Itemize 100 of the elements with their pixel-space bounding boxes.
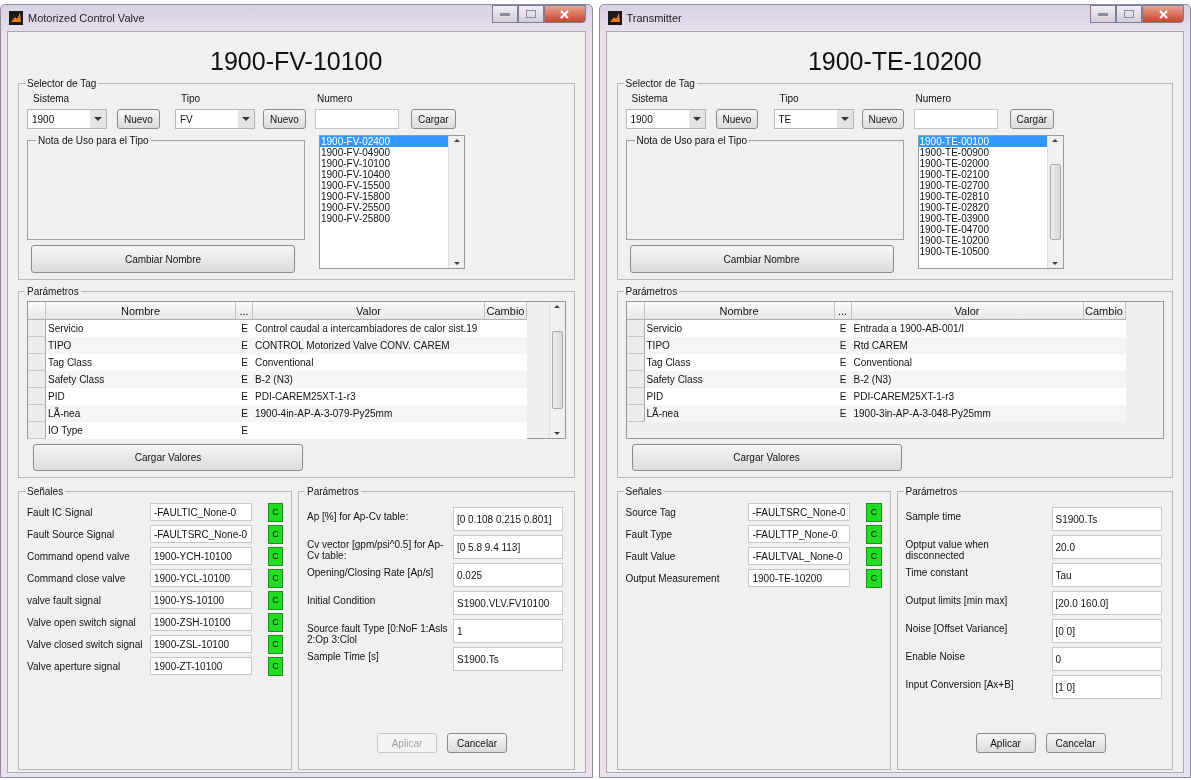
parameter-label: Source fault Type [0:NoF 1:Asls 2:Op 3:Clol — [307, 622, 449, 645]
table-cell: Servicio — [46, 320, 236, 337]
dropdown[interactable]: FV — [175, 109, 255, 129]
parameter-label: Initial Condition — [307, 594, 377, 606]
connect-button[interactable]: C — [267, 546, 283, 566]
group-title: Parámetros — [26, 286, 80, 297]
signal-field[interactable]: 1900-YCH-10100 — [149, 547, 252, 565]
signal-field[interactable]: -FAULTTP_None-0 — [748, 525, 851, 543]
list-item[interactable]: 1900-FV-15800 — [320, 191, 448, 202]
parameter-field[interactable]: [1 0] — [1051, 675, 1162, 699]
rename-button[interactable]: Cambiar Nombre — [629, 245, 894, 273]
list-item[interactable]: 1900-TE-03900 — [918, 213, 1047, 224]
load-values-button[interactable]: Cargar Valores — [33, 444, 303, 471]
list-item[interactable]: 1900-FV-04900 — [320, 147, 448, 158]
load-button[interactable]: Cargar — [411, 109, 456, 129]
parameter-field[interactable]: Tau — [1051, 563, 1162, 587]
signal-field[interactable]: -FAULTVAL_None-0 — [748, 547, 851, 565]
cancel-button[interactable]: Cancelar — [447, 733, 507, 753]
signal-field[interactable]: 1900-YS-10100 — [149, 591, 252, 609]
tag-heading: 1900-TE-10200 — [806, 46, 983, 77]
list-item[interactable]: 1900-FV-10400 — [320, 169, 448, 180]
signal-field[interactable]: -FAULTSRC_None-0 — [149, 525, 252, 543]
list-item[interactable]: 1900-TE-00900 — [918, 147, 1047, 158]
parameter-field[interactable]: S1900.Ts — [453, 647, 563, 671]
parameter-field[interactable]: [20.0 160.0] — [1051, 591, 1162, 615]
field-label: Tipo — [778, 93, 800, 104]
list-item[interactable]: 1900-TE-02700 — [918, 180, 1047, 191]
signal-field[interactable]: -FAULTSRC_None-0 — [748, 503, 851, 521]
table-cell: LÃ-nea — [46, 405, 236, 422]
signal-field[interactable]: 1900-ZSL-10100 — [149, 635, 252, 653]
column-header: Valor — [253, 302, 485, 320]
connect-button[interactable]: C — [267, 524, 283, 544]
list-item[interactable]: 1900-TE-02810 — [918, 191, 1047, 202]
new-button[interactable]: Nuevo — [263, 109, 306, 129]
list-item[interactable]: 1900-FV-25800 — [320, 213, 448, 224]
list-item[interactable]: 1900-TE-10200 — [918, 235, 1047, 246]
connect-button[interactable]: C — [866, 568, 882, 588]
parameter-field[interactable]: S1900.Ts — [1051, 507, 1162, 531]
signal-field[interactable]: 1900-TE-10200 — [748, 569, 851, 587]
list-item[interactable]: 1900-FV-10100 — [320, 158, 448, 169]
parameter-field[interactable]: [0 0.108 0.215 0.801] — [453, 507, 563, 531]
column-header: ... — [236, 302, 253, 320]
connect-button[interactable]: C — [267, 634, 283, 654]
dropdown[interactable]: TE — [773, 109, 854, 129]
new-button[interactable]: Nuevo — [117, 109, 160, 129]
list-item[interactable]: 1900-FV-25500 — [320, 202, 448, 213]
parameter-field[interactable]: [0 0] — [1051, 619, 1162, 643]
signal-field[interactable]: 1900-ZSH-10100 — [149, 613, 252, 631]
parameter-field[interactable]: 0.025 — [453, 563, 563, 587]
connect-button[interactable]: C — [267, 568, 283, 588]
group-title: Señales — [624, 486, 663, 497]
dropdown[interactable]: 1900 — [625, 109, 706, 129]
column-header: Nombre — [46, 302, 236, 320]
cancel-button[interactable]: Cancelar — [1045, 733, 1106, 753]
apply-button[interactable]: Aplicar — [975, 733, 1036, 753]
connect-button[interactable]: C — [267, 612, 283, 632]
load-button[interactable]: Cargar — [1009, 109, 1055, 129]
list-item[interactable]: 1900-TE-10500 — [918, 246, 1047, 257]
connect-button[interactable]: C — [267, 656, 283, 676]
signal-field[interactable]: 1900-YCL-10100 — [149, 569, 252, 587]
new-button[interactable]: Nuevo — [715, 109, 759, 129]
list-item[interactable]: 1900-TE-02100 — [918, 169, 1047, 180]
signal-label: Command close valve — [27, 572, 127, 584]
parameter-field[interactable]: S1900.VLV.FV10100 — [453, 591, 563, 615]
parameter-label: Time constant — [905, 566, 969, 578]
parameter-label: Input Conversion [Ax+B] — [905, 678, 1015, 690]
parameter-field[interactable]: [0 5.8 9.4 113] — [453, 535, 563, 559]
list-item[interactable]: 1900-TE-04700 — [918, 224, 1047, 235]
parameter-field[interactable]: 1 — [453, 619, 563, 643]
parameter-field[interactable]: 0 — [1051, 647, 1162, 671]
table-cell: Control caudal a intercambiadores de calor sist.19 — [253, 320, 485, 337]
signal-field[interactable]: -FAULTIC_None-0 — [149, 503, 252, 521]
group-title: Parámetros — [306, 486, 360, 497]
connect-button[interactable]: C — [866, 524, 882, 544]
table-cell: PID — [644, 388, 835, 405]
connect-button[interactable]: C — [866, 546, 882, 566]
column-header: Cambio — [485, 302, 527, 320]
rename-button[interactable]: Cambiar Nombre — [31, 245, 295, 273]
list-item[interactable]: 1900-TE-02820 — [918, 202, 1047, 213]
table-cell: 1900-3in-AP-A-3-048-Py25mm — [851, 405, 1084, 422]
group-title: Nota de Uso para el Tipo — [635, 135, 749, 146]
list-item[interactable]: 1900-TE-02000 — [918, 158, 1047, 169]
connect-button[interactable]: C — [267, 502, 283, 522]
load-values-button[interactable]: Cargar Valores — [631, 444, 902, 471]
field-label: Numero — [316, 93, 354, 104]
parameter-field[interactable]: 20.0 — [1051, 535, 1162, 559]
field-label: Numero — [914, 93, 953, 104]
signal-field[interactable]: 1900-ZT-10100 — [149, 657, 252, 675]
table-cell: PID — [46, 388, 236, 405]
connect-button[interactable]: C — [866, 502, 882, 522]
signal-label: Fault Value — [625, 550, 677, 562]
table-cell: E — [236, 422, 253, 439]
new-button[interactable]: Nuevo — [861, 109, 905, 129]
dropdown[interactable]: 1900 — [27, 109, 107, 129]
window-title: Transmitter — [626, 12, 683, 24]
group-title: Señales — [26, 486, 65, 497]
table-cell: E — [236, 354, 253, 371]
connect-button[interactable]: C — [267, 590, 283, 610]
table-cell: E — [236, 371, 253, 388]
list-item[interactable]: 1900-FV-15500 — [320, 180, 448, 191]
